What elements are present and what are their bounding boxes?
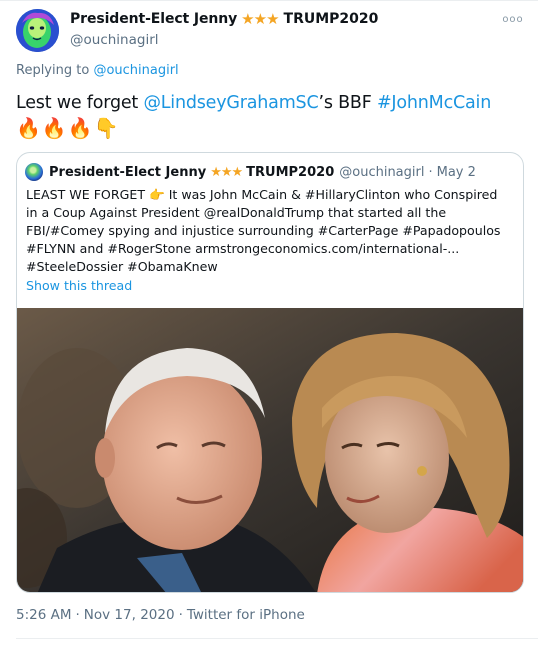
- more-options-icon[interactable]: ooo: [502, 10, 524, 28]
- replying-prefix: Replying to: [16, 63, 90, 78]
- quoted-name-suffix: TRUMP2020: [246, 164, 335, 180]
- avatar[interactable]: [16, 9, 59, 52]
- quoted-photo[interactable]: [17, 308, 523, 592]
- show-thread-link[interactable]: Show this thread: [26, 278, 132, 293]
- quoted-tweet-body: LEAST WE FORGET 👉 It was John McCain & #…: [26, 186, 516, 276]
- star-emoji-icon: ★★★: [241, 10, 279, 28]
- timestamp-separator: ·: [178, 607, 183, 623]
- photo-two-politicians-icon: [17, 308, 523, 592]
- tweet-text-part1: Lest we forget: [16, 93, 144, 113]
- tweet-text: Lest we forget @LindseyGrahamSC’s BBF #J…: [16, 91, 516, 116]
- top-divider: [0, 0, 538, 1]
- tweet-header: President-Elect Jenny ★★★ TRUMP2020 @ouc…: [16, 6, 524, 54]
- quoted-star-emoji-icon: ★★★: [210, 164, 243, 180]
- tweet-source[interactable]: Twitter for iPhone: [187, 607, 305, 623]
- hashtag-link[interactable]: #JohnMcCain: [377, 93, 491, 113]
- emoji-row: 🔥🔥🔥👇: [16, 116, 120, 140]
- author-names: President-Elect Jenny ★★★ TRUMP2020 @ouc…: [70, 9, 378, 48]
- reply-handle-link[interactable]: @ouchinagirl: [93, 63, 178, 78]
- display-name[interactable]: President-Elect Jenny: [70, 11, 237, 27]
- tweet-timestamp: 5:26 AM · Nov 17, 2020 · Twitter for iPhone: [16, 607, 305, 623]
- neon-face-avatar-icon: [16, 9, 59, 52]
- quoted-display-name: President-Elect Jenny: [49, 164, 207, 180]
- display-name-row[interactable]: President-Elect Jenny ★★★ TRUMP2020: [70, 9, 378, 29]
- quoted-line: in a Coup Against President @realDonaldT…: [26, 205, 447, 220]
- quoted-tweet[interactable]: President-Elect Jenny ★★★ TRUMP2020 @ouc…: [16, 152, 524, 593]
- bottom-divider: [16, 638, 538, 639]
- timestamp-time[interactable]: 5:26 AM: [16, 607, 72, 623]
- tweet-text-part2: ’s BBF: [318, 93, 377, 113]
- quoted-line: LEAST WE FORGET 👉 It was John McCain & #…: [26, 187, 498, 202]
- quoted-line: #SteeleDossier #ObamaKnew: [26, 259, 218, 274]
- quoted-tweet-header: President-Elect Jenny ★★★ TRUMP2020 @ouc…: [25, 163, 476, 181]
- mention-link[interactable]: @LindseyGrahamSC: [143, 93, 318, 113]
- timestamp-date[interactable]: Nov 17, 2020: [84, 607, 175, 623]
- timestamp-separator: ·: [75, 607, 80, 623]
- replying-to: Replying to @ouchinagirl: [16, 63, 179, 78]
- author-handle[interactable]: @ouchinagirl: [70, 32, 378, 48]
- quoted-line: FBI/#Comey spying and injustice surround…: [26, 223, 501, 238]
- quoted-avatar: [25, 163, 43, 181]
- quoted-line: #FLYNN and #RogerStone armstrongeconomic…: [26, 241, 460, 256]
- quoted-separator: ·: [428, 164, 433, 180]
- display-name-suffix: TRUMP2020: [283, 11, 379, 27]
- quoted-handle: @ouchinagirl: [339, 164, 425, 180]
- quoted-date: May 2: [436, 164, 476, 180]
